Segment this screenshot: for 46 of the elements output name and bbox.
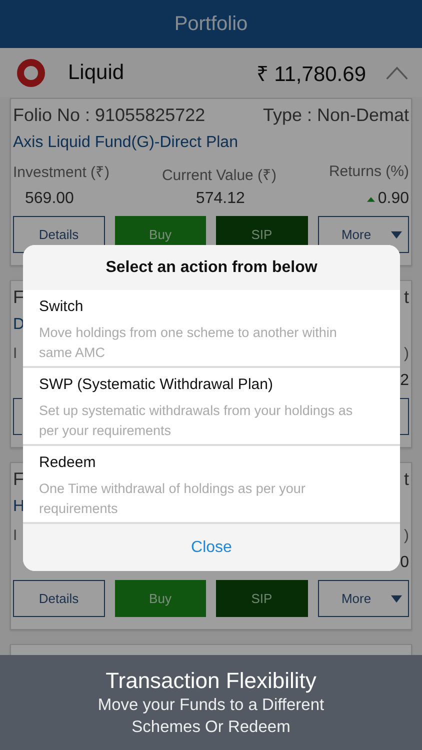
caption-subtitle: Move your Funds to a Different Schemes Or Redeem [96, 694, 326, 738]
more-button[interactable]: More [318, 580, 409, 617]
folio-type: Type : Non-Demat [262, 104, 409, 126]
close-button[interactable]: Close [23, 524, 400, 571]
investment-value: 569.00 [25, 190, 74, 208]
action-description: One Time withdrawal of holdings as per your requirements [39, 480, 306, 518]
returns-value: 0 [400, 554, 409, 572]
action-description: Move holdings from one scheme to another within same AMC [39, 324, 338, 362]
category-header[interactable]: Liquid ₹ 11,780.69 [0, 48, 422, 97]
dialog-title: Select an action from below [23, 245, 400, 290]
action-name: Redeem [39, 454, 97, 471]
action-description: Set up systematic withdrawals from your holdings as per your requirements [39, 402, 354, 440]
folio-type: t [404, 286, 409, 308]
returns-value: 0.90 [378, 190, 409, 208]
action-option[interactable]: SWP (Systematic Withdrawal Plan) Set up systematic withdrawals from your holdings as per your requirements [23, 368, 400, 446]
screen-title: Portfolio [174, 12, 248, 36]
fund-name[interactable]: Axis Liquid Fund(G)-Direct Plan [13, 134, 238, 152]
folio-number: F [13, 286, 24, 308]
details-button[interactable]: Details [13, 580, 104, 617]
caret-icon [391, 231, 402, 239]
fund-name[interactable]: H [13, 498, 25, 516]
returns-label: ) [404, 344, 409, 362]
action-name: SWP (Systematic Withdrawal Plan) [39, 376, 274, 393]
folio-number: Folio No : 91055825722 [13, 104, 206, 126]
investment-label: I [13, 344, 18, 362]
current-value-label: Current Value (₹) [162, 166, 277, 184]
current-value: 574.12 [196, 190, 245, 208]
caption-title: Transaction Flexibility [106, 668, 316, 694]
chevron-icon[interactable] [386, 66, 408, 80]
folio-type: t [404, 468, 409, 490]
investment-label: I [13, 526, 18, 544]
sip-button[interactable]: SIP [216, 580, 308, 617]
category-name: Liquid [68, 60, 126, 84]
caret-icon [391, 595, 402, 603]
button-edge[interactable] [13, 398, 22, 435]
folio-number: F [13, 468, 24, 490]
investment-label: Investment (₹) [13, 163, 110, 181]
returns-label: ) [404, 526, 409, 544]
returns-label: Returns (%) [328, 162, 409, 180]
returns-value: 2 [400, 372, 409, 390]
buy-button[interactable]: Buy [114, 580, 206, 617]
action-option[interactable]: Switch Move holdings from one scheme to another within same AMC [23, 290, 400, 368]
action-name: Switch [39, 298, 84, 315]
ring-icon [16, 58, 46, 88]
category-total: ₹ 11,780.69 [256, 62, 366, 86]
button-edge[interactable] [400, 398, 409, 435]
